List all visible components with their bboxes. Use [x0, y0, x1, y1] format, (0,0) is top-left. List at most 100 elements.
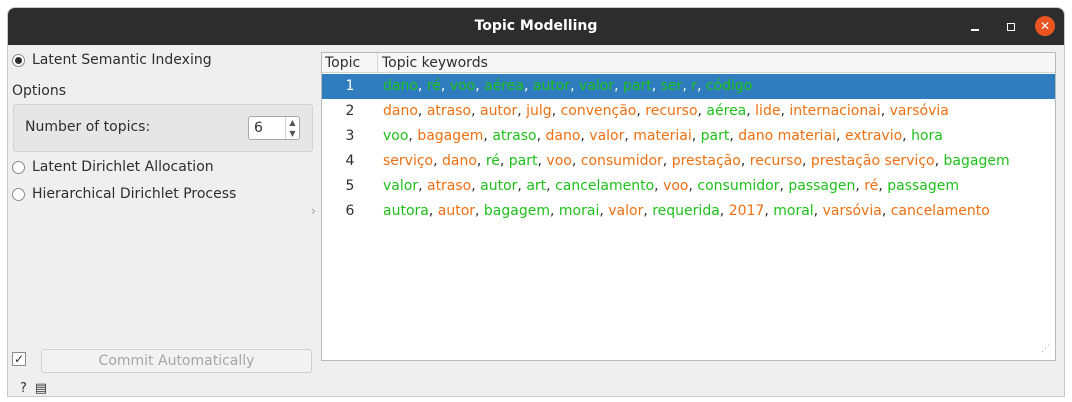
- keyword: cancelamento: [890, 203, 990, 219]
- options-box: Number of topics: 6 ▲ ▼: [13, 104, 313, 152]
- keyword: ser: [660, 78, 683, 94]
- keyword: dano: [442, 153, 477, 169]
- close-button[interactable]: ✕: [1035, 16, 1055, 36]
- table-row[interactable]: 5 valor, atraso, autor, art, cancelamento…: [322, 174, 1055, 199]
- table-row[interactable]: 1 dano, ré, voo, aérea, autor, valor, par…: [322, 74, 1055, 99]
- keyword: valor: [383, 178, 419, 194]
- keyword: voo: [449, 78, 476, 94]
- commit-auto-checkbox[interactable]: ✓: [12, 352, 26, 366]
- table-row[interactable]: 2 dano, atraso, autor, julg, convenção, r…: [322, 99, 1055, 124]
- keyword: prestação serviço: [810, 153, 935, 169]
- maximize-icon: [1007, 22, 1015, 31]
- keyword: consumidor: [697, 178, 780, 194]
- keyword: ré: [864, 178, 879, 194]
- topic-keywords: serviço, dano, ré, part, voo, consumidor…: [383, 153, 1010, 169]
- keyword: dano: [545, 128, 581, 144]
- keyword: passagem: [887, 178, 960, 194]
- header-divider: [377, 53, 378, 73]
- keyword: requerida: [652, 203, 720, 219]
- radio-lsi-indicator[interactable]: [12, 53, 25, 67]
- topic-keywords: dano, atraso, autor, julg, convenção, re…: [383, 103, 949, 119]
- report-icon[interactable]: ▤: [35, 381, 47, 396]
- keyword: internacionai: [789, 103, 881, 119]
- options-section-label: Options: [12, 83, 67, 99]
- keyword: autora: [383, 203, 429, 219]
- keyword: bagagem: [417, 128, 484, 144]
- keyword: atraso: [492, 128, 537, 144]
- keyword: ré: [426, 78, 441, 94]
- table-row[interactable]: 6 autora, autor, bagagem, morai, valor, r…: [322, 199, 1055, 224]
- keyword: 2017: [728, 203, 765, 219]
- topic-keywords: dano, ré, voo, aérea, autor, valor, part…: [383, 78, 753, 94]
- close-icon: ✕: [1039, 19, 1051, 33]
- radio-lda[interactable]: Latent Dirichlet Allocation: [12, 157, 214, 177]
- keyword: prestação: [671, 153, 741, 169]
- keyword: atraso: [426, 178, 472, 194]
- maximize-button[interactable]: [1001, 16, 1021, 36]
- minimize-button[interactable]: [965, 16, 985, 36]
- num-topics-value[interactable]: 6: [254, 120, 263, 136]
- keyword: valor: [589, 128, 625, 144]
- num-topics-label: Number of topics:: [25, 119, 151, 135]
- keyword: art: [526, 178, 547, 194]
- topic-number: 2: [345, 103, 355, 119]
- help-icon[interactable]: ?: [20, 381, 27, 396]
- status-bar: ? ▤: [20, 381, 47, 396]
- keyword: atraso: [426, 103, 472, 119]
- spin-arrows-icon[interactable]: ▲ ▼: [285, 117, 299, 139]
- keyword: aérea: [706, 103, 747, 119]
- topic-keywords: voo, bagagem, atraso, dano, valor, mater…: [383, 128, 943, 144]
- num-topics-spinbox[interactable]: 6 ▲ ▼: [248, 116, 300, 140]
- keyword: aérea: [484, 78, 524, 94]
- keyword: passagen: [788, 178, 856, 194]
- radio-hdp-label: Hierarchical Dirichlet Process: [32, 186, 237, 202]
- keyword: julg: [526, 103, 552, 119]
- keyword: recurso: [645, 103, 698, 119]
- keyword: voo: [663, 178, 689, 194]
- window-title: Topic Modelling: [474, 18, 598, 34]
- keyword: lide: [755, 103, 781, 119]
- minimize-icon: [971, 28, 979, 31]
- keyword: moral: [773, 203, 814, 219]
- table-header: Topic Topic keywords: [322, 53, 1055, 73]
- keyword: autor: [480, 178, 518, 194]
- radio-lsi[interactable]: Latent Semantic Indexing: [12, 50, 212, 70]
- table-row[interactable]: 3 voo, bagagem, atraso, dano, valor, mate…: [322, 124, 1055, 149]
- keyword: consumidor: [580, 153, 663, 169]
- topics-table[interactable]: Topic Topic keywords 1 dano, ré, voo, aér…: [321, 52, 1056, 361]
- keyword: materiai: [633, 128, 692, 144]
- keyword: part: [508, 153, 538, 169]
- keyword: autor: [479, 103, 518, 119]
- keyword: extravio: [844, 128, 903, 144]
- radio-hdp[interactable]: Hierarchical Dirichlet Process: [12, 184, 236, 204]
- column-header-keywords[interactable]: Topic keywords: [382, 55, 488, 71]
- keyword: convenção: [560, 103, 637, 119]
- topic-number: 6: [345, 203, 355, 219]
- topic-number: 1: [345, 78, 355, 94]
- title-bar: Topic Modelling ✕: [8, 8, 1064, 45]
- topic-keywords: autora, autor, bagagem, morai, valor, re…: [383, 203, 990, 219]
- topic-number: 5: [345, 178, 355, 194]
- radio-hdp-indicator[interactable]: [12, 187, 25, 201]
- keyword: código: [705, 78, 753, 94]
- keyword: voo: [546, 153, 572, 169]
- column-header-topic[interactable]: Topic: [325, 55, 360, 71]
- splitter-chevron-icon[interactable]: ›: [311, 204, 316, 218]
- table-row[interactable]: 4 serviço, dano, ré, part, voo, consumido…: [322, 149, 1055, 174]
- keyword: varsóvia: [889, 103, 949, 119]
- keyword: part: [623, 78, 652, 94]
- topic-number: 3: [345, 128, 355, 144]
- resize-grip-icon[interactable]: ⋰: [1041, 345, 1053, 358]
- keyword: voo: [383, 128, 409, 144]
- keyword: hora: [911, 128, 943, 144]
- topic-keywords: valor, atraso, autor, art, cancelamento,…: [383, 178, 960, 194]
- topic-number: 4: [345, 153, 355, 169]
- keyword: ré: [485, 153, 500, 169]
- keyword: cancelamento: [555, 178, 655, 194]
- keyword: part: [700, 128, 730, 144]
- commit-button[interactable]: Commit Automatically: [41, 349, 312, 373]
- radio-lda-label: Latent Dirichlet Allocation: [32, 159, 214, 175]
- keyword: valor: [579, 78, 615, 94]
- radio-lda-indicator[interactable]: [12, 160, 25, 174]
- control-panel: Latent Semantic Indexing Options Number …: [8, 45, 318, 396]
